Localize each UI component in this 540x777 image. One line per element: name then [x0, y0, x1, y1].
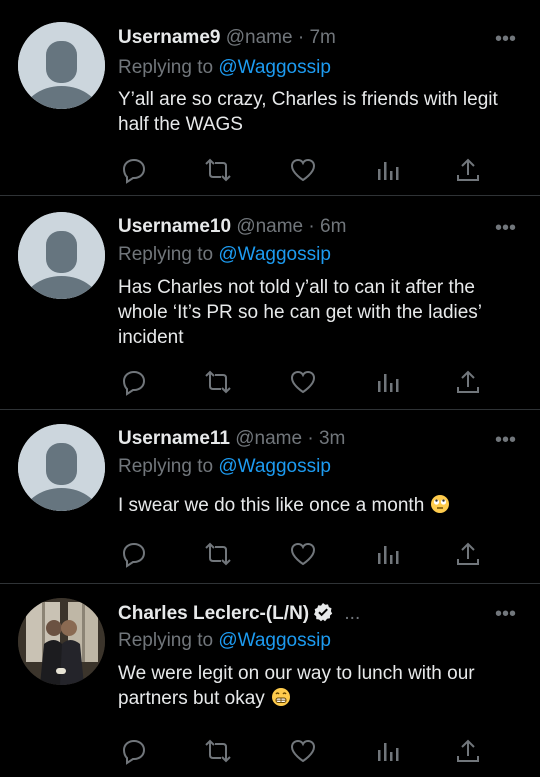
retweet-icon[interactable]	[202, 737, 232, 765]
replying-to-handle-link[interactable]: @Waggossip	[218, 630, 331, 651]
share-icon[interactable]	[454, 737, 484, 765]
display-name[interactable]: Username10	[118, 216, 231, 237]
avatar[interactable]	[18, 212, 105, 299]
more-options-icon[interactable]: •••	[495, 28, 516, 51]
replying-to-label: Replying to	[118, 630, 214, 651]
photo-avatar[interactable]	[18, 598, 105, 685]
handle[interactable]: @name	[235, 428, 302, 449]
tweet[interactable]: Username11 @name · 3m ••• Replying to @W…	[0, 410, 540, 584]
tweet-header: Username10 @name · 6m	[118, 216, 520, 242]
action-bar	[118, 156, 498, 184]
tweet-text: We were legit on our way to lunch with o…	[118, 663, 475, 709]
more-options-icon[interactable]: •••	[495, 217, 516, 240]
like-icon[interactable]	[289, 737, 319, 765]
replying-to-handle-link[interactable]: @Waggossip	[218, 244, 331, 265]
retweet-icon[interactable]	[202, 368, 232, 396]
replying-to-label: Replying to	[118, 244, 214, 265]
like-icon[interactable]	[289, 540, 319, 568]
retweet-icon[interactable]	[202, 540, 232, 568]
tweet-text: I swear we do this like once a month	[118, 495, 425, 516]
tweet[interactable]: Username10 @name · 6m ••• Replying to @W…	[0, 196, 540, 410]
replying-to: Replying to @Waggossip	[118, 630, 331, 652]
display-name[interactable]: Username11	[118, 428, 230, 449]
analytics-icon[interactable]	[374, 737, 404, 765]
reply-icon[interactable]	[120, 368, 150, 396]
display-name[interactable]: Charles Leclerc-(L/N)	[118, 603, 309, 624]
analytics-icon[interactable]	[374, 540, 404, 568]
reply-icon[interactable]	[120, 156, 150, 184]
tweet-header: Charles Leclerc-(L/N) ...	[118, 602, 520, 628]
more-options-icon[interactable]: •••	[495, 603, 516, 626]
share-icon[interactable]	[454, 368, 484, 396]
eye-roll-emoji	[430, 494, 450, 521]
timestamp[interactable]: 6m	[320, 216, 346, 237]
reply-icon[interactable]	[120, 540, 150, 568]
separator: ·	[307, 428, 314, 449]
replying-to-handle-link[interactable]: @Waggossip	[218, 456, 331, 477]
analytics-icon[interactable]	[374, 156, 404, 184]
replying-to: Replying to @Waggossip	[118, 456, 331, 478]
reply-icon[interactable]	[120, 737, 150, 765]
action-bar	[118, 368, 498, 396]
handle[interactable]: @name	[226, 27, 293, 48]
timestamp[interactable]: 3m	[319, 428, 345, 449]
handle[interactable]: @name	[236, 216, 303, 237]
more-options-icon[interactable]: •••	[495, 429, 516, 452]
tweet-text: Has Charles not told y’all to can it aft…	[118, 277, 482, 348]
replying-to: Replying to @Waggossip	[118, 57, 331, 79]
tweet-text-container: I swear we do this like once a month	[118, 493, 518, 521]
tweet-text-container: We were legit on our way to lunch with o…	[118, 661, 518, 714]
separator: ·	[297, 27, 305, 48]
display-name[interactable]: Username9	[118, 27, 220, 48]
separator: ·	[308, 216, 315, 237]
retweet-icon[interactable]	[202, 156, 232, 184]
grimacing-smile-emoji	[271, 687, 291, 714]
action-bar	[118, 737, 498, 765]
replying-to-label: Replying to	[118, 57, 214, 78]
tweet[interactable]: Charles Leclerc-(L/N) ... ••• Replying t…	[0, 584, 540, 777]
share-icon[interactable]	[454, 540, 484, 568]
tweet-header: Username11 @name · 3m	[118, 428, 520, 454]
like-icon[interactable]	[289, 368, 319, 396]
tweet[interactable]: Username9 @name · 7m ••• Replying to @Wa…	[0, 0, 540, 196]
tweet-header: Username9 @name · 7m	[118, 27, 520, 53]
replying-to-handle-link[interactable]: @Waggossip	[218, 57, 331, 78]
timestamp[interactable]: 7m	[309, 27, 335, 48]
tweet-text: Y’all are so crazy, Charles is friends w…	[118, 89, 498, 135]
truncation-ellipsis: ...	[344, 603, 361, 624]
like-icon[interactable]	[289, 156, 319, 184]
share-icon[interactable]	[454, 156, 484, 184]
verified-badge-icon	[313, 602, 333, 628]
replying-to-label: Replying to	[118, 456, 214, 477]
avatar[interactable]	[18, 424, 105, 511]
avatar[interactable]	[18, 22, 105, 109]
analytics-icon[interactable]	[374, 368, 404, 396]
action-bar	[118, 540, 498, 568]
replying-to: Replying to @Waggossip	[118, 244, 331, 266]
